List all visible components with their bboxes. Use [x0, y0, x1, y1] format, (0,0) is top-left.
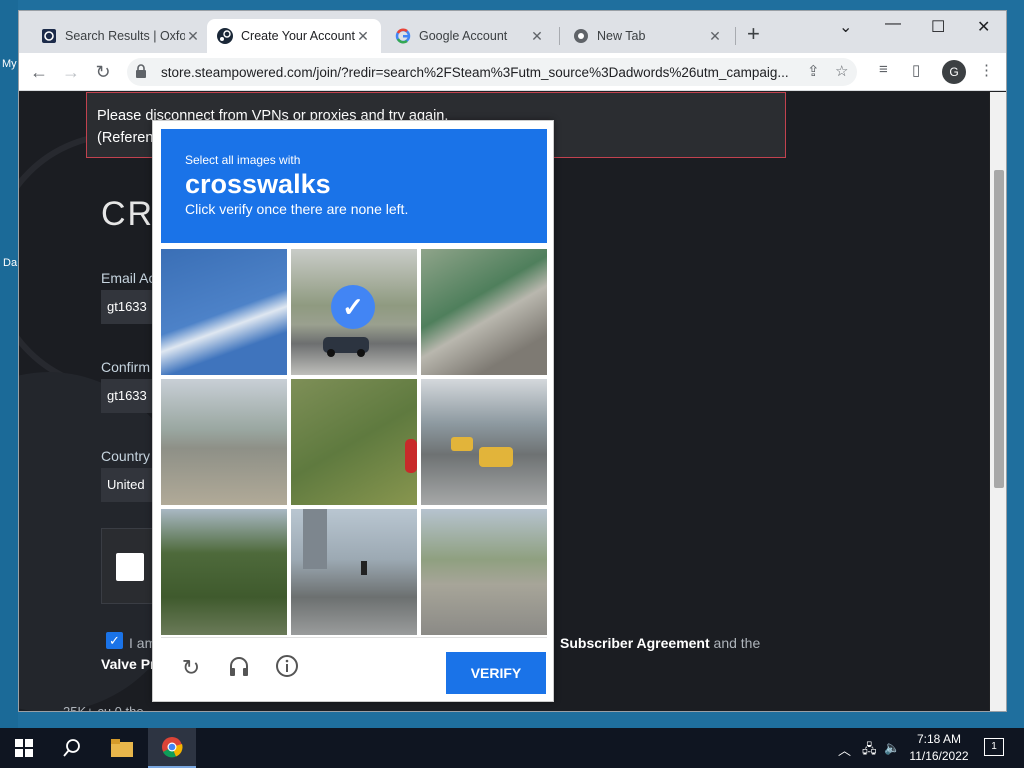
subscriber-agreement-link[interactable]: Subscriber Agreement	[560, 635, 710, 651]
audio-challenge-icon[interactable]	[225, 654, 253, 682]
bookmark-star-icon[interactable]: ☆	[835, 62, 848, 80]
google-icon	[395, 28, 411, 44]
recaptcha-checkbox[interactable]	[116, 553, 144, 581]
tab-search-results[interactable]: Search Results | Oxfor ✕	[31, 19, 211, 53]
hydrant-graphic	[405, 439, 417, 473]
close-icon[interactable]: ✕	[185, 28, 201, 45]
tab-separator	[559, 27, 560, 45]
browser-toolbar: ← → ↻ store.steampowered.com/join/?redir…	[19, 53, 1006, 91]
captcha-footer: ↻ VERIFY	[161, 637, 547, 697]
share-icon[interactable]: ⇪	[807, 62, 820, 80]
oxford-icon	[41, 28, 57, 44]
footer-text: 25K+ cu 0 the	[63, 704, 144, 712]
agree-checkbox[interactable]: ✓	[106, 632, 123, 649]
taxi-graphic	[451, 437, 513, 467]
agree-and: and the	[713, 635, 761, 651]
tab-google-account[interactable]: Google Account ✕	[385, 19, 555, 53]
captcha-tile-7[interactable]	[161, 509, 287, 635]
captcha-instruction: Select all images with	[185, 153, 301, 167]
captcha-image-grid: ✓	[161, 249, 547, 635]
lock-icon[interactable]	[135, 64, 147, 78]
tray-chevron-icon[interactable]: ︿	[838, 740, 851, 759]
desktop-icon-label[interactable]: My	[2, 58, 17, 70]
captcha-tile-9[interactable]	[421, 509, 547, 635]
maximize-button[interactable]: ☐	[931, 17, 945, 37]
captcha-challenge: Select all images with crosswalks Click …	[152, 120, 554, 702]
captcha-tile-3[interactable]	[421, 249, 547, 375]
close-icon[interactable]: ✕	[355, 28, 371, 45]
tab-title: Search Results | Oxfor	[65, 29, 185, 43]
agree-text-tail: Subscriber Agreement and the	[560, 635, 760, 651]
country-label: Country	[101, 448, 151, 464]
forward-arrow-icon[interactable]: →	[59, 60, 83, 84]
tab-title: New Tab	[597, 29, 646, 43]
privacy-policy-link[interactable]: Valve Pr	[101, 656, 156, 672]
address-bar[interactable]: store.steampowered.com/join/?redir=searc…	[127, 58, 857, 86]
tab-separator	[735, 27, 736, 45]
steam-icon	[217, 28, 233, 44]
captcha-tile-8[interactable]	[291, 509, 417, 635]
file-explorer-icon[interactable]	[98, 728, 146, 768]
taskbar: ︿ 🖧 🔈 7:18 AM 11/16/2022 1	[0, 728, 1024, 768]
url-text[interactable]: store.steampowered.com/join/?redir=searc…	[161, 65, 801, 80]
tab-search-icon[interactable]: ⌄	[839, 17, 852, 37]
minimize-button[interactable]: —	[885, 15, 901, 33]
captcha-tile-6[interactable]	[421, 379, 547, 505]
network-icon[interactable]: 🖧	[862, 740, 877, 762]
tab-create-account[interactable]: Create Your Account ✕	[207, 19, 381, 53]
side-panel-icon[interactable]: ▯	[912, 61, 920, 79]
clock-date: 11/16/2022	[909, 749, 969, 763]
close-icon[interactable]: ✕	[707, 28, 723, 45]
back-arrow-icon[interactable]: ←	[27, 60, 51, 84]
windows-start-icon[interactable]	[0, 728, 48, 768]
info-icon[interactable]	[273, 654, 301, 682]
tab-strip: Search Results | Oxfor ✕ Create Your Acc…	[19, 11, 1006, 53]
clock-time: 7:18 AM	[916, 732, 962, 746]
confirm-email-label: Confirm	[101, 359, 151, 375]
system-clock[interactable]: 7:18 AM 11/16/2022	[906, 731, 972, 765]
media-control-icon[interactable]: ≡	[879, 61, 888, 78]
desktop-background	[0, 0, 18, 728]
volume-icon[interactable]: 🔈	[884, 740, 900, 756]
close-icon[interactable]: ✕	[529, 28, 545, 45]
reload-icon[interactable]: ↻	[91, 60, 115, 84]
chrome-taskbar-icon[interactable]	[148, 728, 196, 768]
captcha-header: Select all images with crosswalks Click …	[161, 129, 547, 243]
reload-icon[interactable]: ↻	[177, 654, 205, 682]
tab-title: Create Your Account	[241, 29, 355, 43]
page-title: CR	[101, 195, 155, 233]
new-tab-button[interactable]: +	[747, 23, 760, 45]
chrome-icon	[573, 28, 589, 44]
close-window-button[interactable]: ✕	[977, 17, 990, 37]
captcha-tile-4[interactable]	[161, 379, 287, 505]
tab-title: Google Account	[419, 29, 508, 43]
avatar[interactable]: G	[942, 60, 966, 84]
menu-kebab-icon[interactable]: ⋮	[979, 61, 994, 79]
captcha-tile-1[interactable]	[161, 249, 287, 375]
verify-button[interactable]: VERIFY	[446, 652, 546, 694]
captcha-subinstruction: Click verify once there are none left.	[185, 201, 409, 217]
tab-new-tab[interactable]: New Tab ✕	[563, 19, 733, 53]
desktop-icon-label[interactable]: Da	[3, 257, 17, 269]
captcha-tile-2[interactable]: ✓	[291, 249, 417, 375]
captcha-target: crosswalks	[185, 169, 331, 199]
captcha-tile-5[interactable]	[291, 379, 417, 505]
search-icon[interactable]	[48, 728, 96, 768]
page-scrollbar[interactable]	[990, 92, 1006, 711]
traffic-light-graphic	[303, 509, 367, 575]
scrollbar-thumb[interactable]	[994, 170, 1004, 488]
notification-center-icon[interactable]: 1	[984, 738, 1004, 756]
email-label: Email Ac	[101, 270, 156, 286]
check-icon: ✓	[331, 285, 375, 329]
